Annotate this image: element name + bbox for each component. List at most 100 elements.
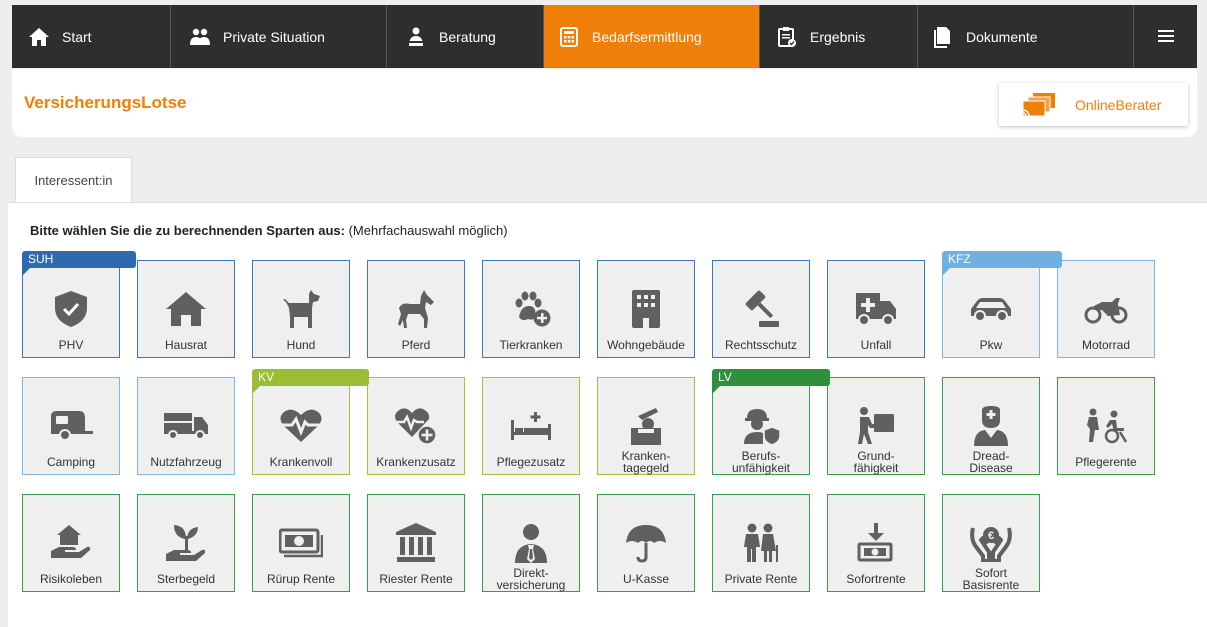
tile-rechtsschutz[interactable]: Rechtsschutz [712,260,810,358]
elderly-couple-icon [713,523,809,563]
tile-label: Krankenzusatz [376,455,456,469]
tile-pflegezusatz[interactable]: Pflegezusatz [482,377,580,475]
tile-camping[interactable]: Camping [22,377,120,475]
online-berater-button[interactable]: OnlineBerater [999,83,1188,126]
tile-u-kasse[interactable]: U-Kasse [597,494,695,592]
tile-grund-fähigkeit[interactable]: Grund- fähigkeit [827,377,925,475]
tile-label: Sofortrente [846,572,906,586]
tile-phv[interactable]: PHV [22,260,120,358]
hand-sprout-icon [138,523,234,563]
bank-icon [368,523,464,563]
hands-euro-icon: € [943,523,1039,563]
calculator-icon [558,26,580,48]
tile-label: Private Rente [724,572,798,586]
coin-box-icon [598,406,694,446]
tile-berufs-unfähigkeit[interactable]: Berufs- unfähigkeit [712,377,810,475]
tile-label: Berufs- unfähigkeit [731,449,791,475]
instruction-text: Bitte wählen Sie die zu berechnenden Spa… [30,223,508,238]
umbrella-icon [598,523,694,563]
sparten-panel: Bitte wählen Sie die zu berechnenden Spa… [8,202,1207,627]
tile-label: Sterbegeld [156,572,216,586]
clipboard-icon [776,26,798,48]
people-icon [189,26,211,48]
tile-sofortrente[interactable]: Sofortrente [827,494,925,592]
tile-label: Direkt- versicherung [496,566,566,592]
tile-label: Kranken- tagegeld [621,449,671,475]
hamburger-menu-button[interactable] [1134,5,1197,68]
tile-label: Tierkranken [499,338,563,352]
tile-wohngebäude[interactable]: Wohngebäude [597,260,695,358]
tile-label: Hund [286,338,316,352]
tile-tierkranken[interactable]: Tierkranken [482,260,580,358]
tile-nutzfahrzeug[interactable]: Nutzfahrzeug [137,377,235,475]
businessman-icon [483,523,579,563]
tile-label: U-Kasse [622,572,669,586]
tile-sterbegeld[interactable]: Sterbegeld [137,494,235,592]
dog-icon [253,289,349,329]
heartbeat-icon [253,406,349,446]
tile-label: Dread- Disease [969,449,1013,475]
nav-dokumente[interactable]: Dokumente [918,5,1134,68]
instruction-bold: Bitte wählen Sie die zu berechnenden Spa… [30,223,345,238]
group-badge-kv: KV [252,369,369,394]
wheelchair-care-icon [1058,406,1154,446]
tile-pferd[interactable]: Pferd [367,260,465,358]
nav-bedarfsermittlung[interactable]: Bedarfsermittlung [544,5,760,68]
consultation-icon [405,26,427,48]
tile-direkt-versicherung[interactable]: Direkt- versicherung [482,494,580,592]
instruction-note: (Mehrfachauswahl möglich) [348,223,508,238]
nav-ergebnis[interactable]: Ergebnis [760,5,918,68]
tile-label: Rechtsschutz [724,338,798,352]
ambulance-icon [828,289,924,329]
money-bill-icon [253,523,349,563]
main-navigation: Start Private Situation Beratung Bedarfs… [12,5,1197,68]
tab-interessent[interactable]: Interessent:in [15,157,132,203]
tile-label: PHV [58,338,84,352]
tile-hund[interactable]: Hund [252,260,350,358]
tile-label: Pflegezusatz [496,455,566,469]
header-bar: VersicherungsLotse OnlineBerater [12,69,1197,137]
gavel-icon [713,289,809,329]
tile-kranken-tagegeld[interactable]: Kranken- tagegeld [597,377,695,475]
nav-label: Bedarfsermittlung [592,28,702,45]
tile-label: Wohngebäude [607,338,685,352]
tile-riester-rente[interactable]: Riester Rente [367,494,465,592]
tile-krankenzusatz[interactable]: Krankenzusatz [367,377,465,475]
tile-label: Hausrat [164,338,208,352]
truck-icon [138,406,234,446]
house-icon [138,289,234,329]
tile-dread-disease[interactable]: Dread- Disease [942,377,1040,475]
group-badge-kfz: KFZ [942,251,1062,276]
tile-label: Nutzfahrzeug [150,455,222,469]
tile-unfall[interactable]: Unfall [827,260,925,358]
tile-label: Pferd [401,338,431,352]
home-icon [28,26,50,48]
horse-icon [368,289,464,329]
tile-risikoleben[interactable]: Risikoleben [22,494,120,592]
hospital-bed-icon [483,406,579,446]
nav-beratung[interactable]: Beratung [387,5,544,68]
screencast-icon [1021,92,1055,117]
online-berater-label: OnlineBerater [1075,96,1162,113]
nav-start[interactable]: Start [12,5,171,68]
nav-label: Private Situation [223,28,325,45]
shield-check-icon [23,289,119,329]
tile-label: Sofort Basisrente [962,566,1020,592]
tile-motorrad[interactable]: Motorrad [1057,260,1155,358]
tile-krankenvoll[interactable]: Krankenvoll [252,377,350,475]
tile-pflegerente[interactable]: Pflegerente [1057,377,1155,475]
hand-house-icon [23,523,119,563]
tile-private-rente[interactable]: Private Rente [712,494,810,592]
doctor-icon [943,406,1039,446]
group-badge-suh: SUH [22,251,136,276]
nav-label: Beratung [439,28,496,45]
tile-pkw[interactable]: Pkw [942,260,1040,358]
tile-label: Rürup Rente [266,572,336,586]
tile-hausrat[interactable]: Hausrat [137,260,235,358]
nav-private-situation[interactable]: Private Situation [171,5,387,68]
tile-rürup-rente[interactable]: Rürup Rente [252,494,350,592]
tile-label: Unfall [860,338,892,352]
nav-label: Dokumente [966,28,1038,45]
tab-label: Interessent:in [34,173,113,188]
tile-sofort-basisrente[interactable]: € Sofort Basisrente [942,494,1040,592]
